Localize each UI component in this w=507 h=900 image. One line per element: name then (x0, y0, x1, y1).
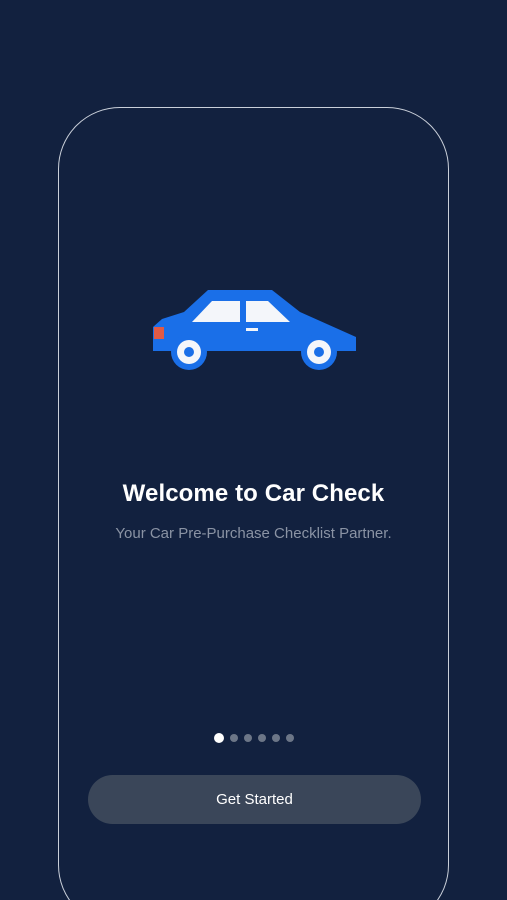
page-dot-5[interactable] (271, 734, 280, 742)
page-dot-1[interactable] (213, 733, 224, 743)
car-icon (153, 290, 356, 370)
page-dot-4[interactable] (257, 734, 266, 742)
page-dot-3[interactable] (243, 734, 252, 742)
page-dot-2[interactable] (229, 734, 238, 742)
page-dot-6[interactable] (285, 734, 294, 742)
onboarding-screen: Welcome to Car Check Your Car Pre-Purcha… (0, 0, 507, 900)
welcome-subtitle: Your Car Pre-Purchase Checklist Partner. (115, 525, 392, 542)
get-started-button[interactable]: Get Started (88, 775, 421, 824)
welcome-title: Welcome to Car Check (122, 480, 385, 507)
page-indicator (0, 733, 507, 743)
